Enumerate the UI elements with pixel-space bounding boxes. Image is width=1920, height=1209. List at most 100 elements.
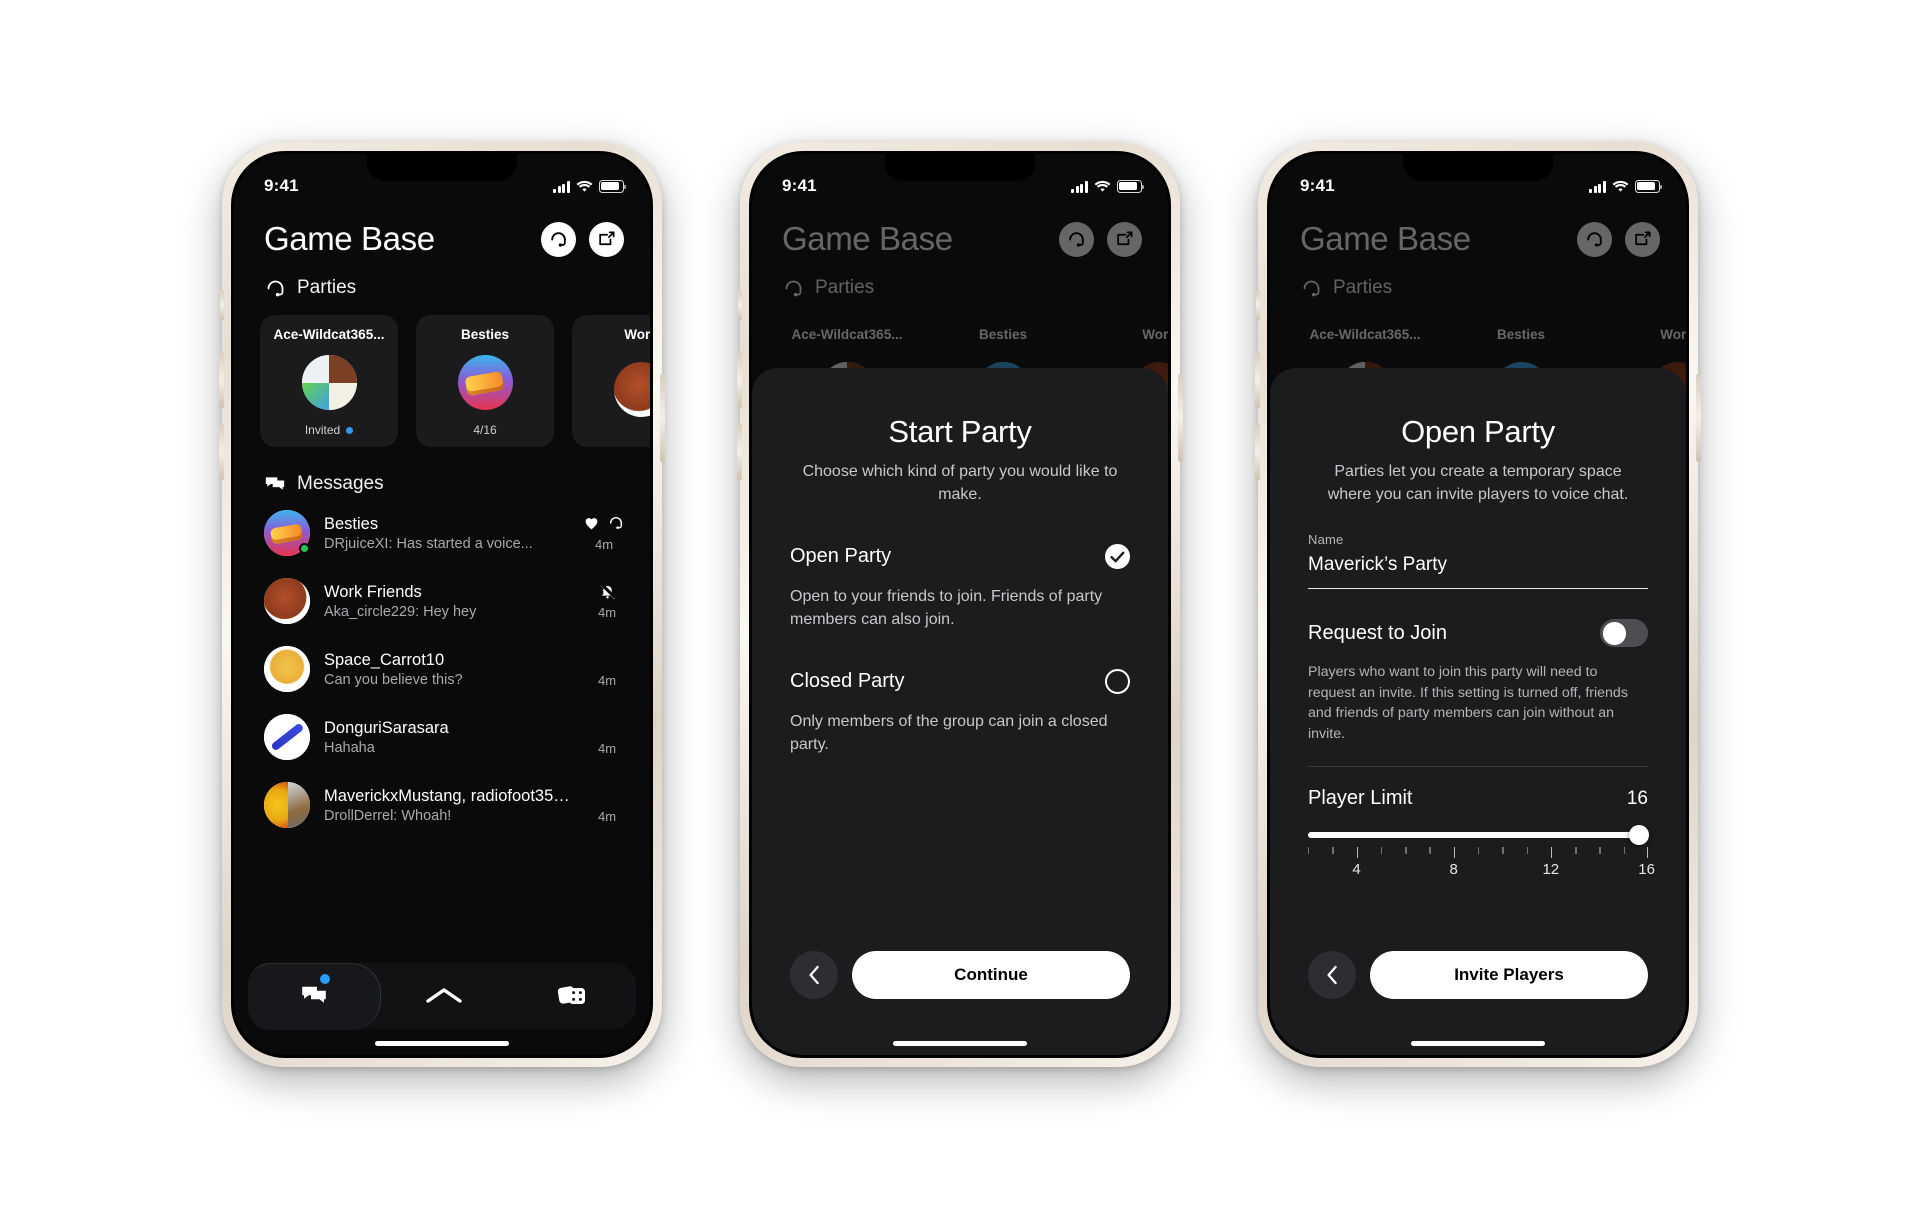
continue-button[interactable]: Continue — [852, 951, 1130, 999]
silent-switch[interactable] — [220, 290, 224, 320]
party-card[interactable]: Besties 4/16 — [416, 315, 554, 447]
radio-open-party[interactable] — [1105, 544, 1130, 570]
phone-1-bezel: 9:41 Game Base Parties Ace-Wildcat365...… — [231, 151, 653, 1058]
party-name: Ace-Wildcat365... — [1309, 327, 1421, 342]
header-actions — [1577, 221, 1660, 257]
open-party-sheet: Open Party Parties let you create a temp… — [1270, 368, 1686, 1055]
wifi-icon — [1612, 180, 1629, 192]
phone-2: 9:41 Game Base Parties Ace-Wildcat365...… — [737, 142, 1183, 1067]
power-button[interactable] — [1696, 374, 1701, 462]
battery-icon — [599, 180, 627, 193]
player-limit-label: Player Limit — [1308, 787, 1413, 810]
back-button[interactable] — [790, 951, 838, 999]
parties-section-header: Parties — [1270, 258, 1686, 299]
home-indicator[interactable] — [893, 1041, 1027, 1046]
radio-closed-party[interactable] — [1105, 669, 1130, 695]
list-item[interactable]: MaverickxMustang, radiofoot359315 DrollD… — [234, 771, 650, 839]
header-actions — [1059, 221, 1142, 257]
request-to-join-label: Request to Join — [1308, 621, 1447, 644]
slider-knob[interactable] — [1629, 825, 1649, 846]
app-header: Game Base — [752, 208, 1168, 258]
volume-down-button[interactable] — [737, 424, 742, 480]
list-item[interactable]: Besties DRjuiceXI: Has started a voice..… — [234, 499, 650, 567]
page-title: Game Base — [264, 220, 435, 257]
unread-dot — [346, 426, 354, 434]
messages-section-header: Messages — [234, 447, 650, 495]
slider-track[interactable] — [1308, 832, 1648, 838]
start-party-sheet: Start Party Choose which kind of party y… — [752, 368, 1168, 1055]
tick-label: 4 — [1352, 860, 1361, 878]
silent-switch[interactable] — [738, 290, 742, 320]
option-closed-party[interactable]: Closed Party — [790, 669, 1130, 695]
avatar — [264, 714, 310, 760]
party-card[interactable]: Ace-Wildcat365... Invited — [260, 315, 398, 447]
back-button[interactable] — [1308, 951, 1356, 999]
message-status-icons — [584, 514, 624, 532]
status-indicators — [1071, 180, 1145, 193]
option-open-party[interactable]: Open Party — [790, 544, 1130, 570]
sheet-footer: Continue — [790, 951, 1130, 1055]
messages-icon — [302, 986, 326, 1003]
sheet-footer: Invite Players — [1308, 951, 1648, 1055]
power-button[interactable] — [660, 374, 665, 462]
request-to-join-toggle[interactable] — [1600, 619, 1648, 648]
parties-label: Parties — [297, 277, 357, 298]
parties-label: Parties — [815, 277, 875, 298]
parties-carousel[interactable]: Ace-Wildcat365... Invited Besties 4/16 W… — [234, 299, 650, 447]
slider-ticks — [1308, 846, 1649, 859]
invite-players-button[interactable]: Invite Players — [1370, 951, 1648, 999]
headset-icon — [609, 517, 623, 529]
avatar — [457, 355, 513, 410]
party-status: Invited — [304, 423, 354, 437]
phone-1: 9:41 Game Base Parties Ace-Wildcat365...… — [219, 142, 665, 1067]
conversation-name: Besties — [324, 514, 379, 533]
headset-icon — [1587, 231, 1602, 247]
home-indicator[interactable] — [375, 1041, 509, 1046]
headset-icon — [1069, 231, 1084, 247]
list-item[interactable]: Space_Carrot10 Can you believe this? 4m — [234, 635, 650, 703]
tab-messages[interactable] — [248, 963, 380, 1029]
page-title: Game Base — [1300, 220, 1471, 257]
volume-up-button[interactable] — [219, 352, 224, 408]
phone-2-screen: 9:41 Game Base Parties Ace-Wildcat365...… — [752, 154, 1168, 1055]
online-indicator — [299, 543, 310, 554]
avatar — [264, 578, 310, 624]
status-indicators — [1589, 180, 1663, 193]
party-name-input[interactable]: Maverick’s Party — [1308, 554, 1648, 590]
party-name: Besties — [1496, 327, 1546, 342]
home-indicator[interactable] — [1411, 1041, 1545, 1046]
party-name: Ace-Wildcat365... — [791, 327, 903, 342]
party-card[interactable]: Work — [572, 315, 650, 447]
player-limit-slider[interactable] — [1308, 825, 1649, 846]
messages-label: Messages — [297, 473, 384, 494]
message-body: Besties DRjuiceXI: Has started a voice..… — [324, 515, 570, 552]
status-time: 9:41 — [1300, 176, 1335, 195]
new-message-button[interactable] — [589, 221, 624, 257]
party-status-label: Invited — [304, 423, 341, 437]
compose-icon — [1117, 231, 1133, 245]
compose-icon — [599, 231, 615, 245]
option-description: Only members of the group can join a clo… — [790, 713, 1108, 753]
avatar — [301, 355, 357, 410]
heart-icon — [585, 518, 598, 530]
volume-down-button[interactable] — [219, 424, 224, 480]
status-time: 9:41 — [264, 176, 299, 195]
silent-switch[interactable] — [1256, 290, 1260, 320]
party-name-field[interactable]: Name Maverick’s Party — [1308, 532, 1648, 590]
phone-2-bezel: 9:41 Game Base Parties Ace-Wildcat365...… — [749, 151, 1171, 1058]
cellular-signal-icon — [553, 181, 570, 193]
volume-up-button[interactable] — [737, 352, 742, 408]
tick-label: 8 — [1449, 860, 1458, 878]
start-party-button[interactable] — [541, 221, 576, 257]
list-item[interactable]: Work Friends Aka_circle229: Hey hey 4m — [234, 567, 650, 635]
list-item[interactable]: DonguriSarasara Hahaha 4m — [234, 703, 650, 771]
power-button[interactable] — [1178, 374, 1183, 462]
avatar — [613, 362, 650, 417]
avatar — [264, 782, 310, 828]
volume-down-button[interactable] — [1255, 424, 1260, 480]
tab-games[interactable] — [508, 963, 636, 1029]
tab-home[interactable] — [380, 963, 508, 1029]
volume-up-button[interactable] — [1255, 352, 1260, 408]
timestamp: 4m — [597, 741, 617, 756]
request-to-join-row[interactable]: Request to Join — [1308, 619, 1648, 648]
